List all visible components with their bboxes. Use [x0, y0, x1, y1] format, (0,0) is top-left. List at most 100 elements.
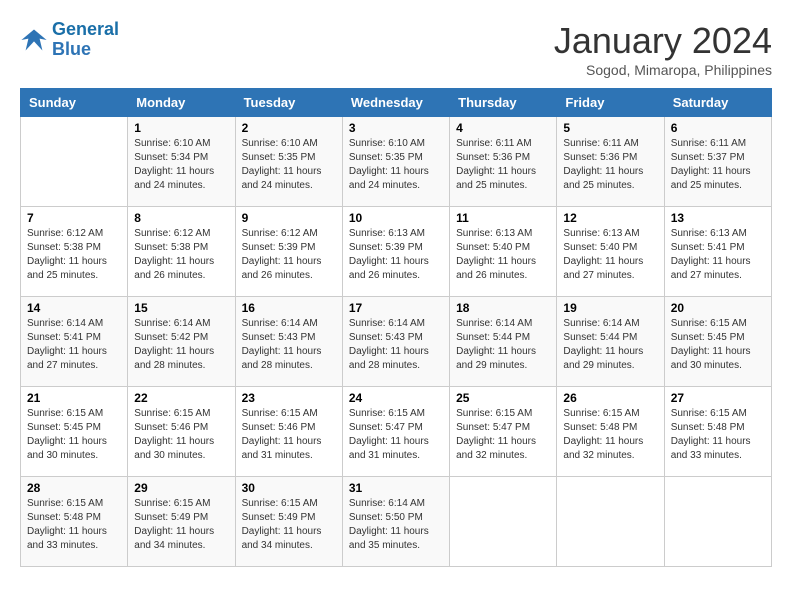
calendar-header: SundayMondayTuesdayWednesdayThursdayFrid…	[21, 89, 772, 117]
day-info: Sunrise: 6:13 AMSunset: 5:41 PMDaylight:…	[671, 227, 765, 283]
calendar-cell: 5 Sunrise: 6:11 AMSunset: 5:36 PMDaylight…	[557, 117, 664, 207]
calendar-cell: 16 Sunrise: 6:14 AMSunset: 5:43 PMDayligh…	[235, 297, 342, 387]
weekday-header-friday: Friday	[557, 89, 664, 117]
week-row-4: 21 Sunrise: 6:15 AMSunset: 5:45 PMDayligh…	[21, 387, 772, 477]
week-row-5: 28 Sunrise: 6:15 AMSunset: 5:48 PMDayligh…	[21, 477, 772, 567]
logo-line1: General	[52, 19, 119, 39]
day-number: 29	[134, 481, 228, 495]
day-number: 21	[27, 391, 121, 405]
calendar-cell	[450, 477, 557, 567]
calendar-cell	[557, 477, 664, 567]
logo: General Blue	[20, 20, 119, 60]
day-number: 13	[671, 211, 765, 225]
calendar-cell: 8Sunrise: 6:12 AMSunset: 5:38 PMDaylight…	[128, 207, 235, 297]
day-number: 6	[671, 121, 765, 135]
calendar-cell: 10 Sunrise: 6:13 AMSunset: 5:39 PMDayligh…	[342, 207, 449, 297]
calendar-cell: 13 Sunrise: 6:13 AMSunset: 5:41 PMDayligh…	[664, 207, 771, 297]
calendar-cell: 6Sunrise: 6:11 AMSunset: 5:37 PMDaylight…	[664, 117, 771, 207]
day-info: Sunrise: 6:10 AMSunset: 5:34 PMDaylight:…	[134, 137, 228, 193]
day-info: Sunrise: 6:14 AMSunset: 5:43 PMDaylight:…	[349, 317, 443, 373]
weekday-header-wednesday: Wednesday	[342, 89, 449, 117]
day-number: 25	[456, 391, 550, 405]
day-info: Sunrise: 6:15 AMSunset: 5:45 PMDaylight:…	[27, 407, 121, 463]
day-number: 15	[134, 301, 228, 315]
page-header: General Blue January 2024 Sogod, Mimarop…	[20, 20, 772, 78]
week-row-1: 1 Sunrise: 6:10 AMSunset: 5:34 PMDaylight…	[21, 117, 772, 207]
day-number: 24	[349, 391, 443, 405]
calendar-cell	[21, 117, 128, 207]
calendar-cell: 30 Sunrise: 6:15 AMSunset: 5:49 PMDayligh…	[235, 477, 342, 567]
day-number: 8	[134, 211, 228, 225]
calendar-cell: 2 Sunrise: 6:10 AMSunset: 5:35 PMDaylight…	[235, 117, 342, 207]
day-number: 9	[242, 211, 336, 225]
day-number: 1	[134, 121, 228, 135]
weekday-header-thursday: Thursday	[450, 89, 557, 117]
weekday-header-tuesday: Tuesday	[235, 89, 342, 117]
day-info: Sunrise: 6:13 AMSunset: 5:40 PMDaylight:…	[563, 227, 657, 283]
day-number: 10	[349, 211, 443, 225]
day-number: 26	[563, 391, 657, 405]
day-info: Sunrise: 6:15 AMSunset: 5:49 PMDaylight:…	[134, 497, 228, 553]
calendar-cell: 19 Sunrise: 6:14 AMSunset: 5:44 PMDayligh…	[557, 297, 664, 387]
calendar-cell: 17 Sunrise: 6:14 AMSunset: 5:43 PMDayligh…	[342, 297, 449, 387]
day-number: 30	[242, 481, 336, 495]
calendar-body: 1 Sunrise: 6:10 AMSunset: 5:34 PMDaylight…	[21, 117, 772, 567]
week-row-3: 14Sunrise: 6:14 AMSunset: 5:41 PMDayligh…	[21, 297, 772, 387]
calendar-cell: 9 Sunrise: 6:12 AMSunset: 5:39 PMDaylight…	[235, 207, 342, 297]
day-info: Sunrise: 6:15 AMSunset: 5:48 PMDaylight:…	[27, 497, 121, 553]
calendar-cell: 14Sunrise: 6:14 AMSunset: 5:41 PMDayligh…	[21, 297, 128, 387]
day-number: 16	[242, 301, 336, 315]
weekday-header-sunday: Sunday	[21, 89, 128, 117]
day-number: 5	[563, 121, 657, 135]
weekday-header-saturday: Saturday	[664, 89, 771, 117]
day-info: Sunrise: 6:15 AMSunset: 5:47 PMDaylight:…	[456, 407, 550, 463]
day-info: Sunrise: 6:15 AMSunset: 5:48 PMDaylight:…	[563, 407, 657, 463]
day-info: Sunrise: 6:14 AMSunset: 5:44 PMDaylight:…	[563, 317, 657, 373]
day-number: 28	[27, 481, 121, 495]
day-number: 19	[563, 301, 657, 315]
day-info: Sunrise: 6:11 AMSunset: 5:36 PMDaylight:…	[456, 137, 550, 193]
week-row-2: 7 Sunrise: 6:12 AMSunset: 5:38 PMDaylight…	[21, 207, 772, 297]
day-number: 20	[671, 301, 765, 315]
calendar-cell: 27 Sunrise: 6:15 AMSunset: 5:48 PMDayligh…	[664, 387, 771, 477]
day-info: Sunrise: 6:15 AMSunset: 5:45 PMDaylight:…	[671, 317, 765, 373]
day-info: Sunrise: 6:15 AMSunset: 5:49 PMDaylight:…	[242, 497, 336, 553]
calendar-cell: 21 Sunrise: 6:15 AMSunset: 5:45 PMDayligh…	[21, 387, 128, 477]
day-number: 18	[456, 301, 550, 315]
day-number: 7	[27, 211, 121, 225]
logo-line2: Blue	[52, 39, 91, 59]
calendar-cell: 23 Sunrise: 6:15 AMSunset: 5:46 PMDayligh…	[235, 387, 342, 477]
day-number: 23	[242, 391, 336, 405]
calendar-cell: 7 Sunrise: 6:12 AMSunset: 5:38 PMDaylight…	[21, 207, 128, 297]
day-info: Sunrise: 6:14 AMSunset: 5:41 PMDaylight:…	[27, 317, 121, 373]
title-block: January 2024 Sogod, Mimaropa, Philippine…	[554, 20, 772, 78]
day-info: Sunrise: 6:14 AMSunset: 5:42 PMDaylight:…	[134, 317, 228, 373]
calendar-cell: 4 Sunrise: 6:11 AMSunset: 5:36 PMDaylight…	[450, 117, 557, 207]
day-info: Sunrise: 6:11 AMSunset: 5:36 PMDaylight:…	[563, 137, 657, 193]
day-number: 2	[242, 121, 336, 135]
day-number: 4	[456, 121, 550, 135]
day-number: 17	[349, 301, 443, 315]
day-info: Sunrise: 6:14 AMSunset: 5:50 PMDaylight:…	[349, 497, 443, 553]
day-info: Sunrise: 6:10 AMSunset: 5:35 PMDaylight:…	[242, 137, 336, 193]
calendar-cell: 20 Sunrise: 6:15 AMSunset: 5:45 PMDayligh…	[664, 297, 771, 387]
weekday-row: SundayMondayTuesdayWednesdayThursdayFrid…	[21, 89, 772, 117]
calendar-cell: 15 Sunrise: 6:14 AMSunset: 5:42 PMDayligh…	[128, 297, 235, 387]
day-info: Sunrise: 6:12 AMSunset: 5:38 PMDaylight:…	[27, 227, 121, 283]
day-number: 27	[671, 391, 765, 405]
day-info: Sunrise: 6:12 AMSunset: 5:39 PMDaylight:…	[242, 227, 336, 283]
day-number: 12	[563, 211, 657, 225]
day-info: Sunrise: 6:15 AMSunset: 5:48 PMDaylight:…	[671, 407, 765, 463]
calendar-cell: 31 Sunrise: 6:14 AMSunset: 5:50 PMDayligh…	[342, 477, 449, 567]
calendar-cell	[664, 477, 771, 567]
calendar-cell: 11Sunrise: 6:13 AMSunset: 5:40 PMDayligh…	[450, 207, 557, 297]
calendar-cell: 28 Sunrise: 6:15 AMSunset: 5:48 PMDayligh…	[21, 477, 128, 567]
day-info: Sunrise: 6:14 AMSunset: 5:43 PMDaylight:…	[242, 317, 336, 373]
month-title: January 2024	[554, 20, 772, 62]
day-number: 31	[349, 481, 443, 495]
day-number: 11	[456, 211, 550, 225]
day-info: Sunrise: 6:15 AMSunset: 5:46 PMDaylight:…	[242, 407, 336, 463]
day-info: Sunrise: 6:14 AMSunset: 5:44 PMDaylight:…	[456, 317, 550, 373]
day-number: 3	[349, 121, 443, 135]
day-info: Sunrise: 6:13 AMSunset: 5:39 PMDaylight:…	[349, 227, 443, 283]
